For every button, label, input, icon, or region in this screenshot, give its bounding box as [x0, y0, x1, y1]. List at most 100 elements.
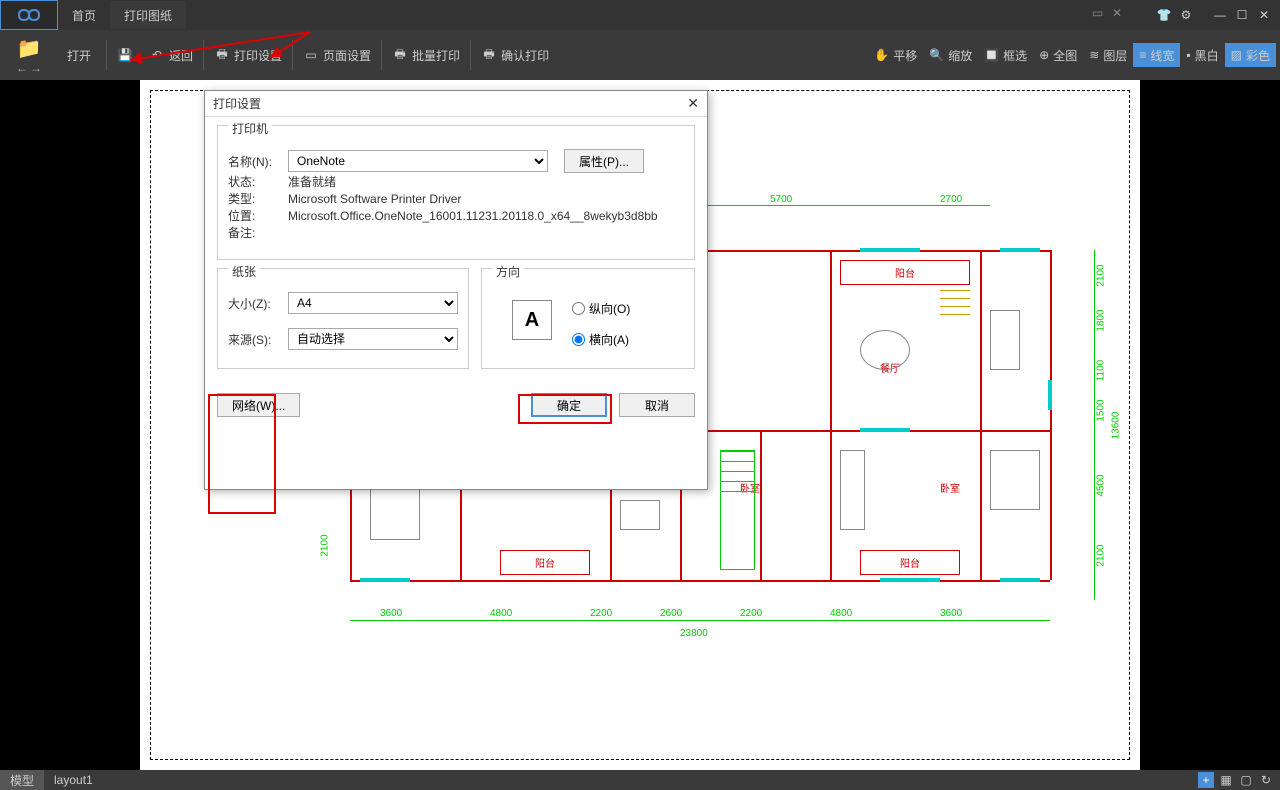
dim-r-0: 2100: [1095, 264, 1106, 286]
confirm-print-icon: 🖶: [481, 47, 497, 63]
balcony-2: 阳台: [500, 550, 590, 575]
orientation-preview-icon: A: [512, 300, 552, 340]
zoom-icon: 🔍: [929, 48, 944, 62]
layers-icon: ≋: [1089, 48, 1099, 62]
minimize-icon[interactable]: —: [1210, 5, 1230, 25]
orient-group-label: 方向: [492, 263, 524, 280]
paper-source-select[interactable]: 自动选择: [288, 328, 458, 350]
name-label: 名称(N):: [228, 153, 288, 170]
close-tab-icon[interactable]: ✕: [1112, 6, 1130, 24]
page-setup-icon: ▭: [303, 47, 319, 63]
paper-size-select[interactable]: A4: [288, 292, 458, 314]
restore-down-icon[interactable]: ▭: [1092, 6, 1110, 24]
dim-top-1: 2700: [940, 194, 962, 205]
folder-icon[interactable]: 📁: [17, 36, 42, 61]
paper-group: 纸张 大小(Z): A4 来源(S): 自动选择: [217, 268, 469, 369]
maximize-icon[interactable]: ☐: [1232, 5, 1252, 25]
properties-button[interactable]: 属性(P)...: [564, 149, 644, 173]
dim-b-4: 2200: [740, 608, 762, 619]
dim-b-0: 3600: [380, 608, 402, 619]
dialog-title: 打印设置: [213, 95, 261, 112]
print-settings-label: 打印设置: [234, 47, 282, 64]
paper-highlight: [208, 394, 276, 514]
printer-name-select[interactable]: OneNote: [288, 150, 548, 172]
dim-b-2: 2200: [590, 608, 612, 619]
undo-icon[interactable]: ←: [16, 61, 28, 75]
dim-r-4: 4500: [1095, 474, 1106, 496]
lineweight-icon: ≡: [1139, 48, 1146, 62]
dim-r-1: 1800: [1095, 309, 1106, 331]
print-settings-icon: 🖶: [214, 47, 230, 63]
zoom-button[interactable]: 🔍缩放: [923, 43, 978, 67]
pan-button[interactable]: ✋平移: [868, 43, 923, 67]
dim-total-h: 13600: [1111, 412, 1122, 440]
plus-icon[interactable]: +: [1198, 772, 1214, 788]
back-label: 返回: [169, 47, 193, 64]
color-button[interactable]: ▨彩色: [1225, 43, 1276, 67]
dim-b-3: 2600: [660, 608, 682, 619]
dim-r-2: 1100: [1096, 360, 1107, 382]
portrait-label: 纵向(O): [589, 300, 630, 317]
print-settings-button[interactable]: 🖶打印设置: [206, 40, 290, 70]
size-label: 大小(Z):: [228, 295, 288, 312]
model-tab[interactable]: 模型: [0, 770, 44, 790]
toolbar: 📁 ←→ 打开 💾 ↶返回 🖶打印设置 ▭页面设置 🖶批量打印 🖶确认打印 ✋平…: [0, 30, 1280, 80]
lineweight-button[interactable]: ≡线宽: [1133, 43, 1180, 67]
save-button[interactable]: 💾: [109, 40, 141, 70]
confirm-print-button[interactable]: 🖶确认打印: [473, 40, 557, 70]
back-button[interactable]: ↶返回: [141, 40, 201, 70]
cancel-button[interactable]: 取消: [619, 393, 695, 417]
hand-icon: ✋: [874, 48, 889, 62]
bedroom-2-label: 卧室: [940, 480, 960, 495]
dim-r-5: 2100: [1095, 544, 1106, 566]
extents-button[interactable]: ⊕全图: [1033, 43, 1083, 67]
dim-b-1: 4800: [490, 608, 512, 619]
title-bar: 首页 打印图纸 ▭ ✕ 👕 ⚙ — ☐ ✕: [0, 0, 1280, 30]
dialog-title-bar[interactable]: 打印设置 ✕: [205, 91, 707, 117]
dialog-close-icon[interactable]: ✕: [687, 95, 699, 112]
batch-print-icon: 🖶: [392, 47, 408, 63]
monochrome-button[interactable]: ▪黑白: [1180, 43, 1224, 67]
close-icon[interactable]: ✕: [1254, 5, 1274, 25]
back-icon: ↶: [149, 47, 165, 63]
window-select-button[interactable]: 🔲框选: [978, 43, 1033, 67]
location-value: Microsoft.Office.OneNote_16001.11231.201…: [288, 209, 658, 223]
grid-icon[interactable]: ▦: [1218, 772, 1234, 788]
confirm-print-label: 确认打印: [501, 47, 549, 64]
redo-icon[interactable]: →: [30, 61, 42, 75]
layout1-tab[interactable]: layout1: [44, 770, 103, 790]
skin-icon[interactable]: 👕: [1154, 5, 1174, 25]
print-drawing-tab[interactable]: 打印图纸: [110, 1, 186, 29]
app-logo: [0, 0, 58, 30]
color-icon: ▨: [1231, 48, 1242, 62]
batch-print-button[interactable]: 🖶批量打印: [384, 40, 468, 70]
home-tab[interactable]: 首页: [58, 1, 110, 29]
status-label: 状态:: [228, 173, 288, 190]
window-icon: 🔲: [984, 48, 999, 62]
dim-total-w: 23800: [680, 628, 708, 639]
print-settings-dialog: 打印设置 ✕ 打印机 名称(N): OneNote 属性(P)... 状态:准备…: [204, 90, 708, 490]
comment-label: 备注:: [228, 224, 288, 241]
landscape-radio[interactable]: [572, 333, 585, 346]
portrait-radio[interactable]: [572, 302, 585, 315]
landscape-label: 横向(A): [589, 331, 629, 348]
page-setup-label: 页面设置: [323, 47, 371, 64]
type-label: 类型:: [228, 190, 288, 207]
extents-icon: ⊕: [1039, 48, 1049, 62]
page-setup-button[interactable]: ▭页面设置: [295, 40, 379, 70]
printer-group-label: 打印机: [228, 120, 272, 137]
gear-icon[interactable]: ⚙: [1176, 5, 1196, 25]
refresh-icon[interactable]: ↻: [1258, 772, 1274, 788]
dim-l-0: 2100: [320, 534, 331, 556]
status-value: 准备就绪: [288, 173, 336, 190]
save-icon: 💾: [117, 47, 133, 63]
balcony-3: 阳台: [860, 550, 960, 575]
orientation-group: 方向 A 纵向(O) 横向(A): [481, 268, 695, 369]
dim-top-0: 5700: [770, 194, 792, 205]
source-label: 来源(S):: [228, 331, 288, 348]
box-icon[interactable]: ▢: [1238, 772, 1254, 788]
batch-print-label: 批量打印: [412, 47, 460, 64]
dim-r-3: 1500: [1095, 399, 1106, 421]
layers-button[interactable]: ≋图层: [1083, 43, 1133, 67]
open-label: 打开: [67, 47, 91, 64]
